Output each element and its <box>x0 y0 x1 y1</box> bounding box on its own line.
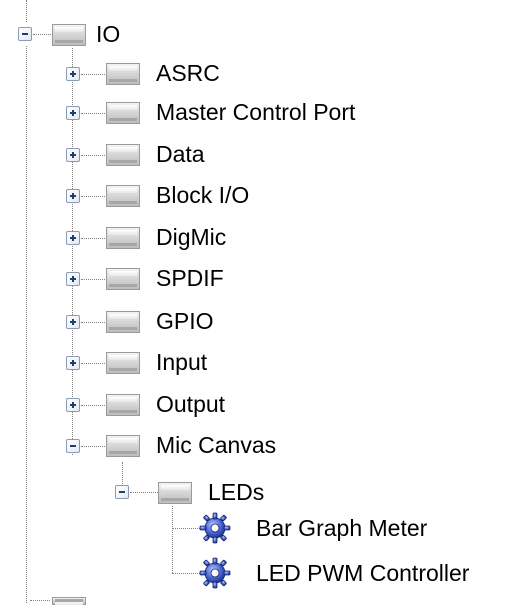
gear-icon <box>199 512 231 544</box>
folder-icon <box>52 24 86 46</box>
io-collapse-toggle[interactable] <box>18 27 32 41</box>
tree-view: IO ASRC Master Control Port Data Block I/O D… <box>0 0 515 605</box>
tree-guide-line <box>33 34 51 35</box>
folder-icon <box>106 394 140 416</box>
expand-toggle-master-control-port[interactable] <box>66 106 80 120</box>
collapse-toggle-mic-canvas[interactable] <box>66 439 80 453</box>
tree-node-leds[interactable]: LEDs <box>208 478 264 506</box>
expand-toggle-block-i-o[interactable] <box>66 189 80 203</box>
expand-toggle-output[interactable] <box>66 398 80 412</box>
tree-guide-line <box>81 113 105 114</box>
tree-guide-line <box>81 155 105 156</box>
tree-guide-line <box>172 528 200 529</box>
expand-toggle-spdif[interactable] <box>66 272 80 286</box>
tree-guide-line <box>81 279 105 280</box>
tree-node-input[interactable]: Input <box>156 348 207 376</box>
folder-icon <box>106 311 140 333</box>
tree-guide-line <box>30 600 50 601</box>
folder-icon <box>52 597 86 605</box>
tree-guide-line <box>81 363 105 364</box>
tree-guide-line <box>172 573 200 574</box>
tree-node-io[interactable]: IO <box>96 20 120 48</box>
expand-toggle-input[interactable] <box>66 356 80 370</box>
tree-node-bar-graph-meter[interactable]: Bar Graph Meter <box>256 514 427 542</box>
expand-toggle-asrc[interactable] <box>66 67 80 81</box>
folder-icon <box>106 102 140 124</box>
expand-toggle-gpio[interactable] <box>66 315 80 329</box>
tree-node-block-i-o[interactable]: Block I/O <box>156 181 249 209</box>
tree-node-data[interactable]: Data <box>156 140 205 168</box>
tree-guide-line <box>81 196 105 197</box>
tree-node-asrc[interactable]: ASRC <box>156 59 220 87</box>
leds-collapse-toggle[interactable] <box>115 485 129 499</box>
expand-toggle-data[interactable] <box>66 148 80 162</box>
expand-toggle-digmic[interactable] <box>66 231 80 245</box>
tree-guide-line <box>172 506 173 573</box>
tree-node-gpio[interactable]: GPIO <box>156 307 214 335</box>
gear-icon <box>199 557 231 589</box>
tree-node-mic-canvas[interactable]: Mic Canvas <box>156 431 276 459</box>
tree-guide-line <box>130 492 158 493</box>
tree-node-led-pwm-controller[interactable]: LED PWM Controller <box>256 559 469 587</box>
tree-guide-line <box>81 405 105 406</box>
folder-icon <box>106 185 140 207</box>
tree-node-output[interactable]: Output <box>156 390 225 418</box>
folder-icon <box>106 227 140 249</box>
tree-guide-line <box>26 0 27 22</box>
tree-node-master-control-port[interactable]: Master Control Port <box>156 98 355 126</box>
folder-icon <box>106 144 140 166</box>
folder-icon <box>106 63 140 85</box>
folder-icon <box>158 482 192 504</box>
tree-guide-line <box>81 74 105 75</box>
tree-node-digmic[interactable]: DigMic <box>156 223 226 251</box>
folder-icon <box>106 435 140 457</box>
tree-guide-line <box>26 46 27 603</box>
folder-icon <box>106 352 140 374</box>
tree-node-spdif[interactable]: SPDIF <box>156 264 224 292</box>
tree-guide-line <box>81 322 105 323</box>
tree-guide-line <box>81 238 105 239</box>
folder-icon <box>106 268 140 290</box>
tree-guide-line <box>81 446 105 447</box>
